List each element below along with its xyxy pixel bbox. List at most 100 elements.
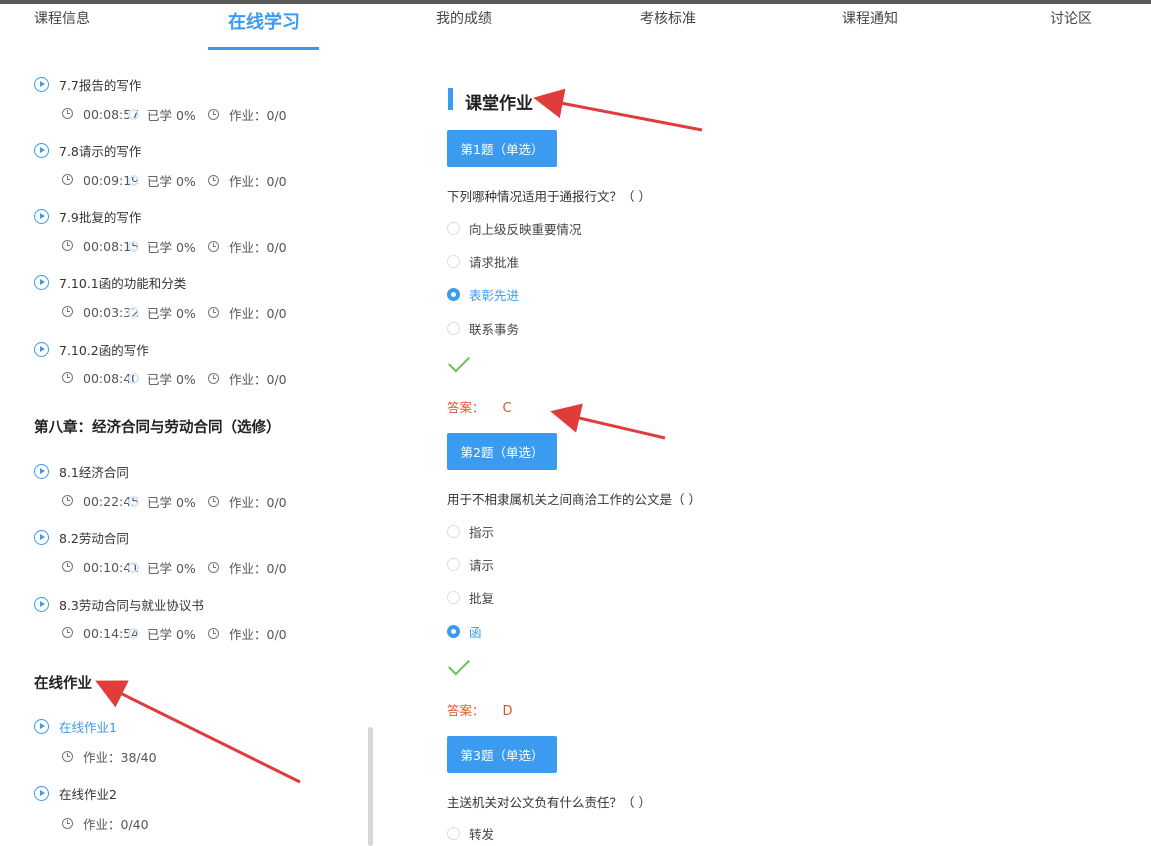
option-d[interactable]: 函 — [447, 622, 482, 641]
option-a[interactable]: 向上级反映重要情况 — [447, 219, 582, 238]
option-b[interactable]: 请求批准 — [447, 252, 519, 271]
homework-meta: 作业：38/40 — [62, 746, 157, 766]
play-icon — [34, 596, 49, 612]
homework-value: 作业：0/0 — [229, 371, 287, 387]
homework-item[interactable]: 在线作业2 — [34, 783, 117, 803]
play-icon — [34, 208, 49, 224]
option-c[interactable]: 批复 — [447, 588, 494, 607]
section-title: 课堂作业 — [465, 94, 533, 114]
duration: 00:08:15 — [62, 239, 139, 254]
lesson-meta: 00:08:57 已学 0% 作业：0/0 — [62, 104, 287, 124]
tab-discussion[interactable]: 讨论区 — [1050, 8, 1092, 28]
online-homework-heading: 在线作业 — [34, 676, 92, 692]
play-icon — [34, 274, 49, 290]
homework-value: 作业：0/0 — [229, 305, 287, 321]
lesson-meta: 00:03:32 已学 0% 作业：0/0 — [62, 302, 287, 322]
option-c[interactable]: 表彰先进 — [447, 285, 519, 304]
homework-item[interactable]: 在线作业1 — [34, 716, 117, 736]
progress-ring-icon — [128, 306, 139, 318]
lesson-title: 7.10.1函的功能和分类 — [59, 275, 187, 291]
lesson-item[interactable]: 7.7报告的写作 — [34, 74, 141, 94]
option-d[interactable]: 联系事务 — [447, 319, 519, 338]
lesson-item[interactable]: 8.3劳动合同与就业协议书 — [34, 594, 204, 614]
clock-icon — [208, 174, 219, 186]
radio-icon — [447, 255, 460, 268]
clock-icon — [62, 305, 73, 317]
lesson-title: 8.1经济合同 — [59, 464, 129, 480]
section-accent-bar — [448, 88, 453, 110]
clock-icon — [208, 627, 219, 639]
homework-value: 作业：0/0 — [229, 494, 287, 510]
progress-value: 已学 0% — [147, 494, 196, 510]
lesson-item[interactable]: 7.8请示的写作 — [34, 140, 141, 160]
progress-ring-icon — [128, 495, 139, 507]
tab-assessment-standards[interactable]: 考核标准 — [640, 8, 696, 28]
lesson-title: 8.3劳动合同与就业协议书 — [59, 597, 204, 613]
progress-ring-icon — [128, 240, 139, 252]
radio-icon — [447, 558, 460, 571]
progress: 已学 0% — [128, 492, 208, 511]
homework-value: 作业：0/0 — [229, 626, 287, 642]
option-a[interactable]: 转发 — [447, 824, 494, 843]
answer-value: D — [502, 704, 513, 719]
progress-value: 已学 0% — [147, 107, 196, 123]
arrow-to-section-title — [533, 88, 703, 132]
homework-value: 作业：0/0 — [229, 107, 287, 123]
answer-label: 答案： — [447, 703, 485, 718]
lesson-item[interactable]: 7.10.1函的功能和分类 — [34, 272, 186, 292]
progress: 已学 0% — [128, 303, 208, 322]
radio-icon — [447, 591, 460, 604]
option-b[interactable]: 请示 — [447, 555, 494, 574]
play-icon — [34, 76, 49, 92]
tab-course-notices[interactable]: 课程通知 — [842, 8, 898, 28]
tab-online-learning[interactable]: 在线学习 — [228, 8, 300, 34]
progress: 已学 0% — [128, 105, 208, 124]
course-nav: 课程信息 在线学习 我的成绩 考核标准 课程通知 讨论区 — [0, 4, 1151, 50]
progress-ring-icon — [128, 372, 139, 384]
homework: 作业：0/0 — [208, 558, 287, 577]
chapter-heading: 第八章：经济合同与劳动合同（选修） — [34, 420, 281, 436]
question-label-button[interactable]: 第2题（单选） — [447, 433, 557, 470]
radio-icon — [447, 525, 460, 538]
lesson-meta: 00:14:54 已学 0% 作业：0/0 — [62, 623, 287, 643]
clock-icon — [208, 495, 219, 507]
lesson-title: 7.7报告的写作 — [59, 77, 142, 93]
progress-value: 已学 0% — [147, 173, 196, 189]
homework-title: 在线作业1 — [59, 719, 117, 735]
duration: 00:08:57 — [62, 107, 139, 122]
clock-icon — [62, 817, 73, 829]
option-label: 向上级反映重要情况 — [469, 222, 582, 237]
lesson-item[interactable]: 8.2劳动合同 — [34, 527, 129, 547]
question-label-button[interactable]: 第1题（单选） — [447, 130, 557, 167]
clock-icon — [208, 561, 219, 573]
homework-meta: 作业：0/40 — [62, 813, 149, 833]
homework: 作业：0/0 — [208, 237, 287, 256]
radio-icon — [447, 322, 460, 335]
play-icon — [34, 142, 49, 158]
progress: 已学 0% — [128, 237, 208, 256]
lesson-meta: 00:08:15 已学 0% 作业：0/0 — [62, 236, 287, 256]
homework-value: 作业：0/40 — [83, 816, 149, 832]
question-text: 下列哪种情况适用于通报行文？（ ） — [447, 189, 651, 204]
option-label: 函 — [469, 625, 482, 640]
correct-check-icon — [448, 350, 470, 373]
lesson-item[interactable]: 8.1经济合同 — [34, 461, 129, 481]
tab-course-info[interactable]: 课程信息 — [34, 8, 90, 28]
homework: 作业：0/0 — [208, 492, 287, 511]
homework-value: 作业：0/0 — [229, 173, 287, 189]
lesson-item[interactable]: 7.9批复的写作 — [34, 206, 141, 226]
progress-ring-icon — [128, 108, 139, 120]
answer-line: 答案： C — [447, 397, 512, 416]
homework-value: 作业：0/0 — [229, 239, 287, 255]
sidebar-scrollbar[interactable] — [368, 727, 373, 846]
answer-value: C — [502, 401, 512, 416]
question-label-button[interactable]: 第3题（单选） — [447, 736, 557, 773]
progress-ring-icon — [128, 561, 139, 573]
lesson-meta: 00:10:41 已学 0% 作业：0/0 — [62, 557, 287, 577]
question-text: 用于不相隶属机关之间商洽工作的公文是（ ） — [447, 492, 701, 507]
lesson-item[interactable]: 7.10.2函的写作 — [34, 339, 149, 359]
play-icon — [34, 718, 49, 734]
option-a[interactable]: 指示 — [447, 522, 494, 541]
tab-my-grades[interactable]: 我的成绩 — [436, 8, 492, 28]
question-text: 主送机关对公文负有什么责任？（ ） — [447, 795, 651, 810]
